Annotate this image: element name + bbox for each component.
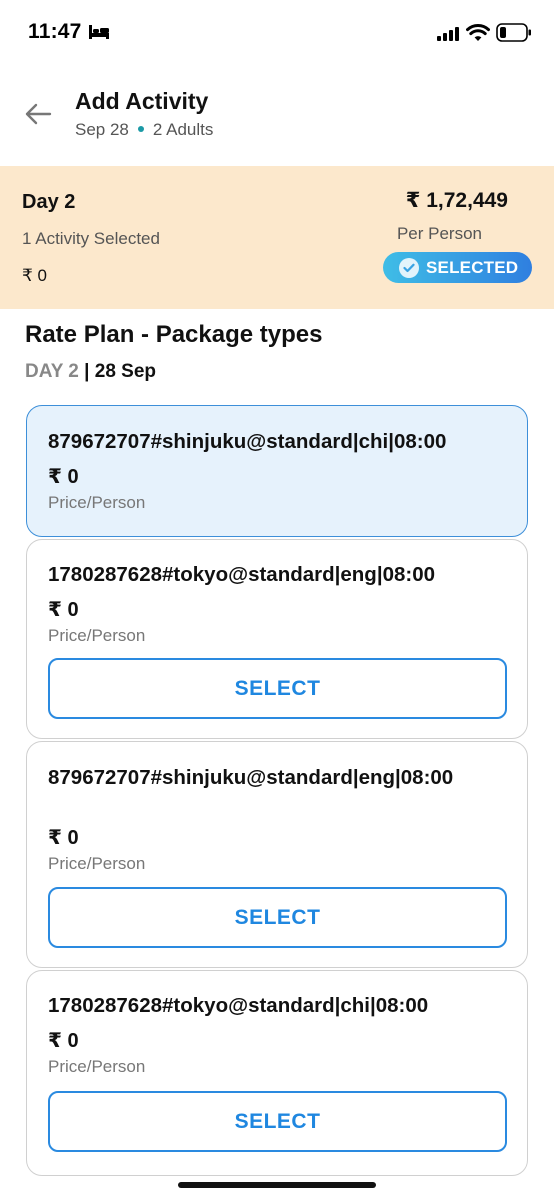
rate-plan-day-label: DAY 2 [25, 361, 79, 382]
package-price: ₹ 0 [48, 599, 79, 621]
package-card: 879672707#shinjuku@standard|eng|08:00 ₹ … [26, 741, 528, 968]
package-name: 879672707#shinjuku@standard|chi|08:00 [48, 430, 447, 453]
separator-dot [137, 126, 144, 133]
package-price: ₹ 0 [48, 1030, 79, 1052]
app-header: Add Activity Sep 28 2 Adults [0, 62, 554, 166]
package-name: 1780287628#tokyo@standard|chi|08:00 [48, 994, 429, 1017]
rate-plan-separator: | [78, 361, 95, 382]
package-price: ₹ 0 [48, 827, 79, 849]
trip-date: Sep 28 [75, 120, 129, 139]
package-price-unit: Price/Person [48, 854, 146, 873]
check-circle-icon [399, 257, 419, 278]
guest-count: 2 Adults [152, 120, 214, 139]
package-card: 1780287628#tokyo@standard|eng|08:00 ₹ 0 … [26, 539, 528, 739]
package-price-unit: Price/Person [48, 626, 146, 645]
day-summary-panel: Day 2 1 Activity Selected ₹ 0 ₹ 1,72,449… [0, 166, 554, 309]
package-price: ₹ 0 [48, 466, 79, 488]
bed-icon [89, 25, 109, 39]
package-price-unit: Price/Person [48, 1057, 146, 1076]
battery-icon [496, 23, 531, 42]
package-card-selected[interactable]: 879672707#shinjuku@standard|chi|08:00 ₹ … [26, 405, 528, 537]
page-title: Add Activity [75, 88, 209, 114]
select-package-button[interactable]: SELECT [48, 658, 507, 719]
selected-badge-label: SELECTED [426, 257, 519, 277]
rate-plan-title: Rate Plan - Package types [25, 321, 323, 348]
rate-plan-day: DAY 2 | 28 Sep [25, 361, 156, 383]
status-bar: 11:47 [0, 0, 554, 62]
day-price: ₹ 0 [22, 266, 47, 285]
day-label: Day 2 [22, 191, 76, 213]
select-package-button[interactable]: SELECT [48, 1091, 507, 1152]
package-price-unit: Price/Person [48, 493, 146, 512]
total-price: ₹ 1,72,449 [405, 189, 508, 212]
activities-selected-count: 1 Activity Selected [22, 229, 160, 248]
trip-details: Sep 28 2 Adults [75, 120, 213, 140]
rate-plan-date: 28 Sep [94, 361, 157, 382]
package-name: 879672707#shinjuku@standard|eng|08:00 [48, 766, 454, 789]
home-indicator[interactable] [178, 1182, 376, 1188]
cellular-signal-icon [437, 27, 459, 41]
package-name: 1780287628#tokyo@standard|eng|08:00 [48, 563, 435, 586]
status-time: 11:47 [28, 20, 82, 43]
back-arrow-icon[interactable] [24, 102, 52, 126]
wifi-icon [466, 24, 490, 41]
selected-status-badge: SELECTED [383, 252, 532, 283]
select-package-button[interactable]: SELECT [48, 887, 507, 948]
per-person-label: Per Person [396, 224, 482, 243]
package-card: 1780287628#tokyo@standard|chi|08:00 ₹ 0 … [26, 970, 528, 1176]
